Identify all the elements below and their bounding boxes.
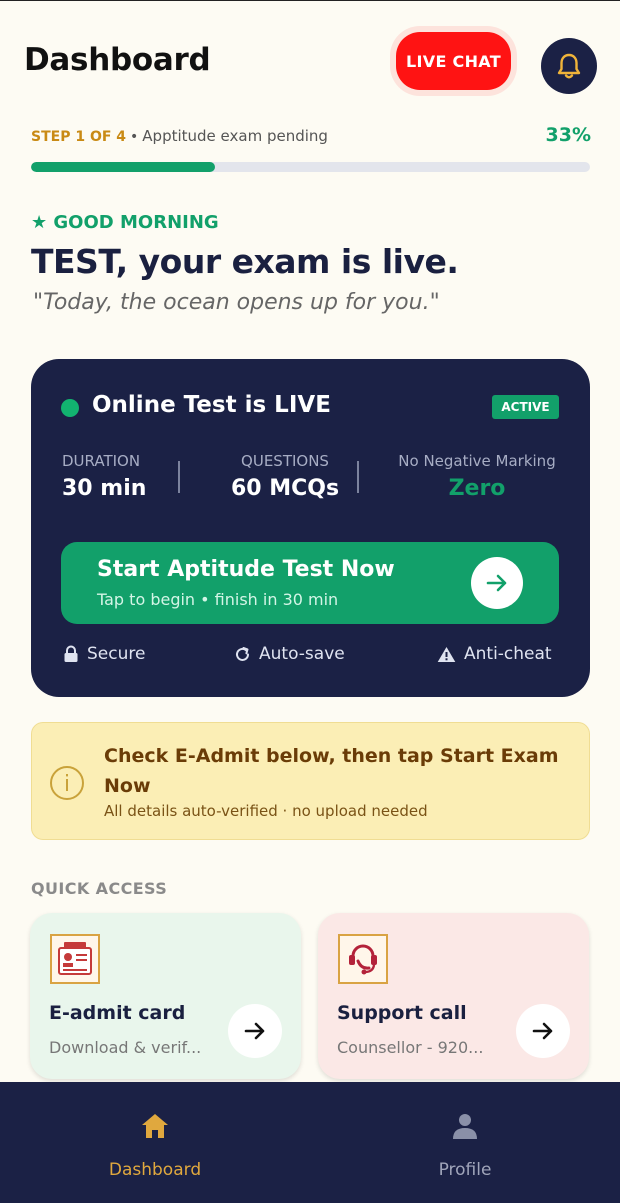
step-status: Apptitude exam pending bbox=[142, 127, 328, 145]
home-icon bbox=[142, 1114, 168, 1138]
stat-duration: DURATION 30 min bbox=[62, 452, 146, 501]
progress-percent: 33% bbox=[545, 124, 591, 146]
start-test-subtitle: Tap to begin • finish in 30 min bbox=[97, 590, 339, 609]
step-progress-row: STEP 1 OF 4 • Apptitude exam pending 33% bbox=[31, 124, 591, 148]
quick-access-support-call[interactable]: Support call Counsellor - 920... bbox=[318, 913, 589, 1079]
feature-label: Auto-save bbox=[259, 644, 345, 664]
greeting-quote: "Today, the ocean opens up for you." bbox=[33, 290, 440, 315]
stat-label: No Negative Marking bbox=[398, 452, 556, 470]
lock-icon bbox=[64, 645, 78, 662]
stat-value: 60 MCQs bbox=[230, 476, 340, 501]
greeting-headline: TEST, your exam is live. bbox=[31, 242, 459, 281]
quick-access-label: QUICK ACCESS bbox=[31, 879, 168, 898]
stat-label: DURATION bbox=[62, 452, 141, 470]
quick-access-e-admit-card[interactable]: E-admit card Download & verif... bbox=[30, 913, 301, 1079]
feature-label: Anti-cheat bbox=[464, 644, 552, 664]
start-test-button[interactable]: Start Aptitude Test Now Tap to begin • f… bbox=[61, 542, 559, 624]
notice-subtitle: All details auto-verified · no upload ne… bbox=[104, 802, 428, 820]
nav-label: Dashboard bbox=[108, 1160, 202, 1180]
stat-value: 30 min bbox=[62, 476, 147, 501]
stat-divider bbox=[178, 461, 180, 493]
progress-bar-fill bbox=[31, 162, 216, 172]
stat-negative-marking: No Negative Marking Zero bbox=[391, 452, 563, 501]
person-icon bbox=[453, 1114, 477, 1139]
warning-icon bbox=[437, 646, 456, 662]
quick-access-subtitle: Counsellor - 920... bbox=[337, 1038, 484, 1057]
progress-bar bbox=[31, 162, 590, 172]
phone-call-icon bbox=[338, 934, 388, 984]
nav-item-dashboard[interactable]: Dashboard bbox=[0, 1082, 310, 1203]
notifications-button[interactable] bbox=[541, 38, 597, 94]
start-test-title: Start Aptitude Test Now bbox=[97, 557, 395, 582]
quick-access-subtitle: Download & verif... bbox=[49, 1038, 202, 1057]
feature-anti-cheat: Anti-cheat bbox=[437, 644, 552, 664]
header: Dashboard LIVE CHAT bbox=[0, 0, 620, 120]
live-chat-button[interactable]: LIVE CHAT bbox=[396, 32, 511, 90]
live-status-dot bbox=[61, 399, 79, 417]
stat-questions: QUESTIONS 60 MCQs bbox=[215, 452, 355, 501]
info-icon bbox=[50, 766, 84, 800]
bottom-nav: Dashboard Profile bbox=[0, 1082, 620, 1203]
status-badge: ACTIVE bbox=[492, 395, 559, 419]
quick-access-title: E-admit card bbox=[49, 1002, 186, 1024]
nav-item-profile[interactable]: Profile bbox=[310, 1082, 620, 1203]
bell-icon bbox=[557, 53, 581, 79]
notice-title: Check E-Admit below, then tap Start Exam… bbox=[104, 745, 559, 797]
refresh-icon bbox=[236, 646, 249, 661]
step-label: STEP 1 OF 4 bbox=[31, 129, 127, 145]
feature-label: Secure bbox=[87, 644, 146, 664]
arrow-right-icon bbox=[471, 557, 523, 609]
live-test-title: Online Test is LIVE bbox=[92, 392, 331, 418]
arrow-right-icon[interactable] bbox=[516, 1004, 570, 1058]
stat-value: Zero bbox=[448, 476, 506, 501]
live-test-card: Online Test is LIVE ACTIVE DURATION 30 m… bbox=[31, 359, 590, 697]
feature-secure: Secure bbox=[63, 644, 145, 664]
step-separator: • bbox=[130, 129, 139, 145]
stat-divider bbox=[357, 461, 359, 493]
stat-label: QUESTIONS bbox=[241, 452, 329, 470]
greeting-label: ★ GOOD MORNING bbox=[31, 212, 219, 233]
id-card-icon bbox=[50, 934, 100, 984]
quick-access-title: Support call bbox=[337, 1002, 467, 1024]
e-admit-notice: Check E-Admit below, then tap Start Exam… bbox=[31, 722, 590, 840]
nav-label: Profile bbox=[438, 1160, 492, 1180]
arrow-right-icon[interactable] bbox=[228, 1004, 282, 1058]
page-title: Dashboard bbox=[24, 42, 211, 78]
feature-auto-save: Auto-save bbox=[234, 644, 345, 664]
